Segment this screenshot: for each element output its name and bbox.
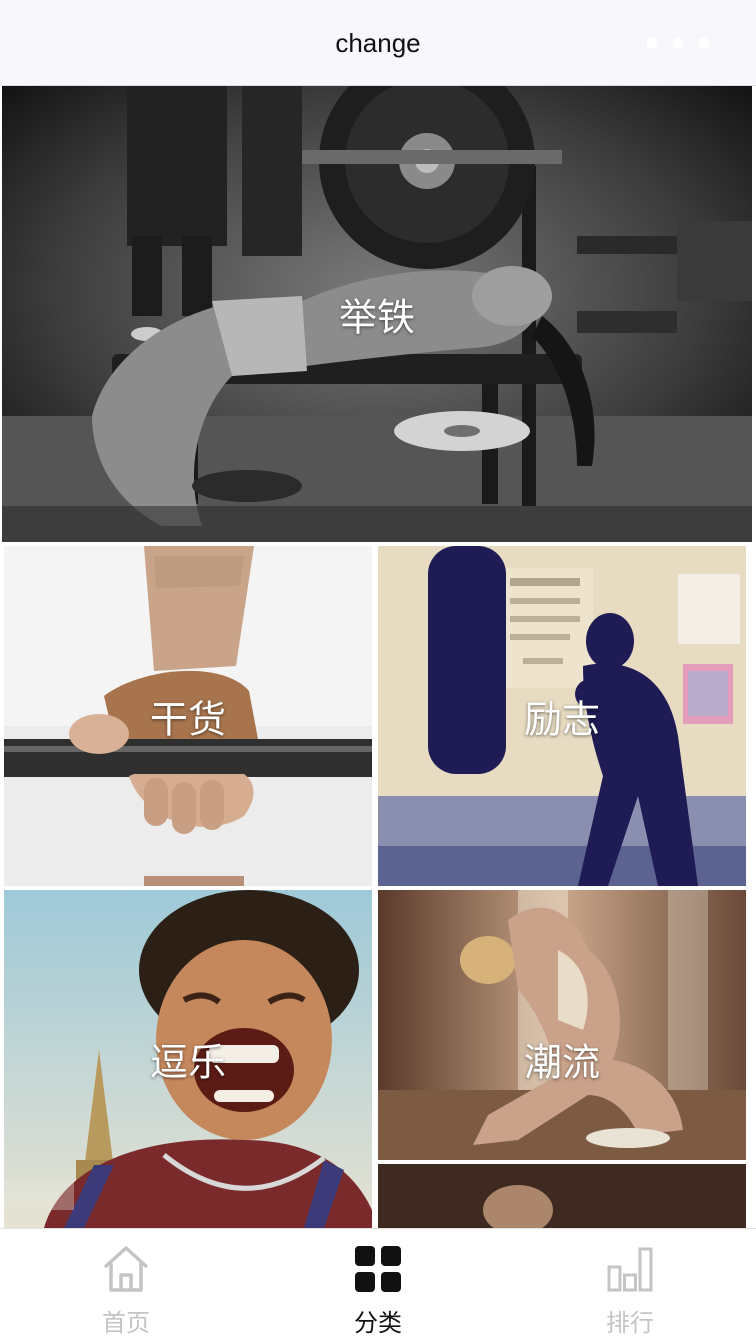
tab-label: 排行 xyxy=(606,1309,654,1337)
bottom-tab-bar: 首页 分类 排行 xyxy=(0,1228,756,1342)
barbell-grip-photo xyxy=(4,546,372,886)
category-tile-trend[interactable]: 潮流 xyxy=(378,890,746,1228)
ranking-bars-icon xyxy=(607,1247,653,1292)
bench-press-photo xyxy=(2,86,752,542)
category-tile-motivation[interactable]: 励志 xyxy=(378,546,746,886)
tab-label: 分类 xyxy=(354,1309,402,1337)
dot-icon xyxy=(698,37,710,49)
dancer-photo xyxy=(378,890,746,1228)
category-grid: 举铁 干货 励志 逗乐 潮流 xyxy=(0,86,756,1228)
app-page: change 举铁 干货 励志 逗乐 潮流 首页 分类 排行 xyxy=(0,0,756,1342)
nav-header: change xyxy=(0,0,756,86)
laughing-man-photo xyxy=(4,890,372,1228)
more-menu-button[interactable] xyxy=(646,36,710,50)
dot-icon xyxy=(646,37,658,49)
tab-ranking[interactable]: 排行 xyxy=(504,1229,756,1342)
tab-category[interactable]: 分类 xyxy=(252,1229,504,1342)
category-tile-dry-goods[interactable]: 干货 xyxy=(4,546,372,886)
category-tile-fun[interactable]: 逗乐 xyxy=(4,890,372,1228)
category-tile-weightlifting[interactable]: 举铁 xyxy=(2,86,752,542)
tab-label: 首页 xyxy=(102,1309,150,1337)
home-icon xyxy=(103,1246,149,1292)
dot-icon xyxy=(672,37,684,49)
page-title: change xyxy=(335,28,421,58)
category-grid-icon xyxy=(355,1246,401,1292)
tab-home[interactable]: 首页 xyxy=(0,1229,252,1342)
boxer-silhouette-photo xyxy=(378,546,746,886)
